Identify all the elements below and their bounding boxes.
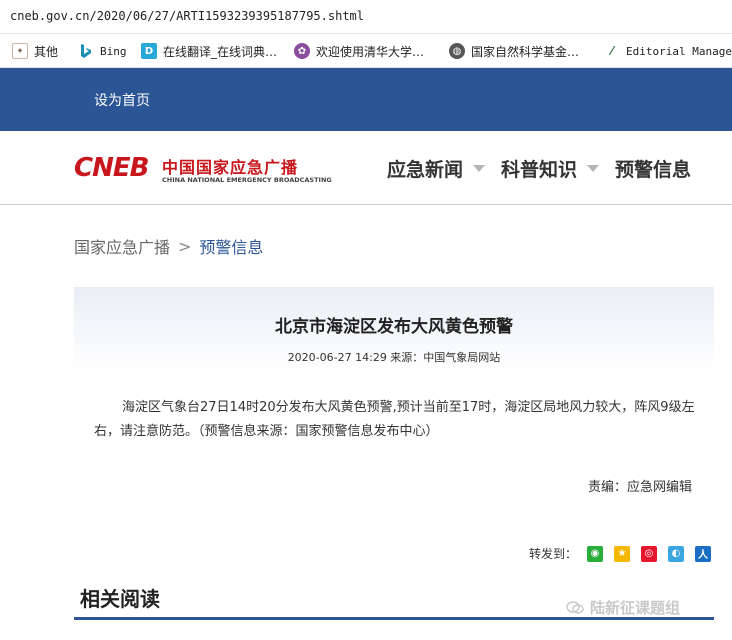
share-label: 转发到： (529, 547, 578, 561)
site-logo[interactable]: CNEB 中国国家应急广播 CHINA NATIONAL EMERGENCY B… (74, 153, 344, 189)
bookmark-editorial[interactable]: ⁄ Editorial Manager® (604, 41, 732, 61)
article-meta: 2020-06-27 14:29 来源：中国气象局网站 (287, 351, 501, 364)
bookmark-label: 国家自然科学基金… (471, 44, 580, 59)
qzone-icon[interactable]: ★ (614, 545, 631, 562)
tencent-weibo-icon[interactable]: ◐ (668, 545, 685, 562)
logo-chinese-name: 中国国家应急广播 (162, 158, 299, 177)
bookmark-label: 其他 (34, 44, 59, 59)
school-seal-icon: ◈ (12, 43, 28, 59)
article-editor: 责编：应急网编辑 (587, 480, 692, 495)
nav-label: 科普知识 (501, 158, 578, 181)
address-bar[interactable]: cneb.gov.cn/2020/06/27/ARTI1593239395187… (0, 0, 732, 34)
bookmark-label: Editorial Manager® (626, 44, 732, 58)
editorial-manager-icon: ⁄ (604, 43, 620, 59)
bookmark-other[interactable]: ◈ 其他 (12, 41, 58, 61)
logo-mark: CNEB (74, 153, 149, 183)
globe-icon: ◍ (449, 43, 465, 59)
nav-item-emergency-news[interactable]: 应急新闻 (387, 154, 486, 182)
bookmark-dict[interactable]: D 在线翻译_在线词典… (141, 41, 277, 61)
nav-label: 应急新闻 (387, 158, 464, 181)
tsinghua-icon: ✿ (294, 43, 310, 59)
article-title: 北京市海淀区发布大风黄色预警 (275, 317, 513, 337)
watermark-text: 陆新征课题组 (590, 599, 681, 617)
nav-item-warnings[interactable]: 预警信息 (615, 154, 691, 182)
bookmark-nsfc[interactable]: ◍ 国家自然科学基金… (449, 41, 579, 61)
bookmark-label: 在线翻译_在线词典… (163, 44, 278, 59)
dict-icon: D (141, 43, 157, 59)
nav-label: 预警信息 (615, 158, 692, 181)
site-header: CNEB 中国国家应急广播 CHINA NATIONAL EMERGENCY B… (0, 131, 732, 205)
bookmark-label: Bing (100, 44, 127, 58)
bookmark-bing[interactable]: Bing (78, 41, 127, 61)
address-url[interactable]: cneb.gov.cn/2020/06/27/ARTI1593239395187… (10, 9, 364, 23)
share-bar: 转发到： ◉ ★ ◎ ◐ 人 (529, 545, 712, 562)
site-top-bar: 设为首页 (0, 68, 732, 131)
set-home-link[interactable]: 设为首页 (94, 90, 150, 110)
article-header: 北京市海淀区发布大风黄色预警 2020-06-27 14:29 来源：中国气象局… (74, 287, 714, 373)
nav-item-science[interactable]: 科普知识 (501, 154, 600, 182)
weibo-icon[interactable]: ◎ (641, 545, 658, 562)
wechat-icon[interactable]: ◉ (587, 545, 604, 562)
breadcrumb-separator: > (178, 236, 192, 256)
caret-down-icon (587, 164, 600, 172)
bookmarks-bar: ◈ 其他 Bing D 在线翻译_在线词典… ✿ 欢迎使用清华大学… ◍ 国家自… (0, 34, 732, 68)
wechat-watermark-icon (566, 600, 584, 614)
article-body: 海淀区气象台27日14时20分发布大风黄色预警,预计当前至17时，海淀区局地风力… (94, 400, 695, 439)
watermark: 陆新征课题组 (566, 597, 680, 618)
bookmark-label: 欢迎使用清华大学… (316, 44, 425, 59)
breadcrumb-current[interactable]: 预警信息 (199, 234, 263, 258)
renren-icon[interactable]: 人 (695, 545, 712, 562)
caret-down-icon (473, 164, 486, 172)
article: 北京市海淀区发布大风黄色预警 2020-06-27 14:29 来源：中国气象局… (74, 287, 714, 522)
related-reading-title: 相关阅读 (80, 587, 160, 611)
breadcrumb: 国家应急广播 > 预警信息 (74, 234, 263, 258)
bookmark-tsinghua[interactable]: ✿ 欢迎使用清华大学… (294, 41, 424, 61)
bing-icon (78, 43, 94, 59)
logo-english-name: CHINA NATIONAL EMERGENCY BROADCASTING (162, 176, 332, 184)
breadcrumb-home[interactable]: 国家应急广播 (74, 234, 170, 258)
